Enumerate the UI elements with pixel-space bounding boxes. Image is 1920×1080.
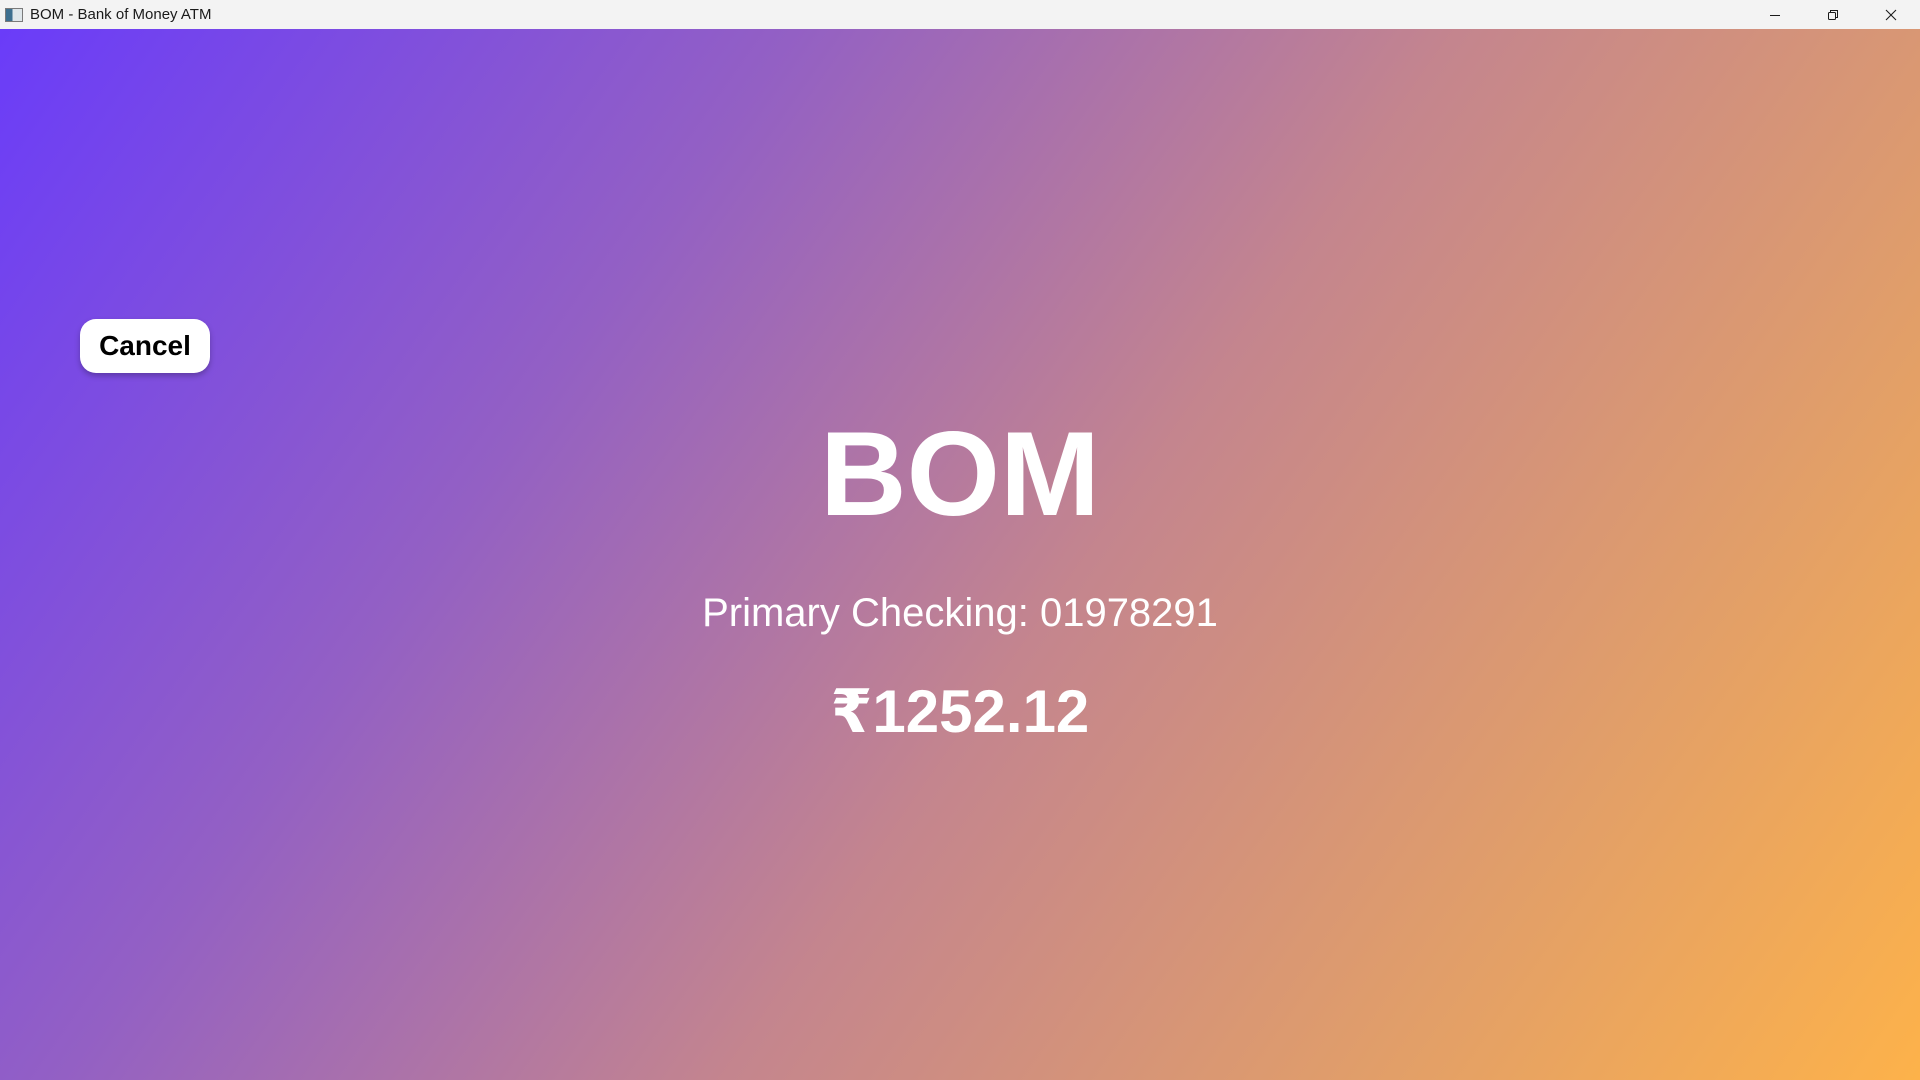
account-label: Primary Checking: 01978291: [702, 591, 1218, 635]
bank-brand-title: BOM: [820, 407, 1100, 541]
restore-icon: [1828, 9, 1838, 20]
app-window-icon: [5, 7, 23, 22]
account-balance: ₹1252.12: [830, 678, 1090, 745]
cancel-button[interactable]: Cancel: [80, 319, 210, 373]
caption-buttons: [1746, 0, 1920, 29]
atm-window: BOM - Bank of Money ATM Cancel BOM Prima…: [0, 0, 1920, 1080]
window-title: BOM - Bank of Money ATM: [30, 6, 212, 23]
close-button[interactable]: [1862, 0, 1920, 29]
close-icon: [1885, 9, 1897, 20]
minimize-icon: [1770, 14, 1780, 16]
atm-screen: Cancel BOM Primary Checking: 01978291 ₹1…: [0, 29, 1920, 1080]
restore-button[interactable]: [1804, 0, 1862, 29]
minimize-button[interactable]: [1746, 0, 1804, 29]
title-bar[interactable]: BOM - Bank of Money ATM: [0, 0, 1920, 29]
